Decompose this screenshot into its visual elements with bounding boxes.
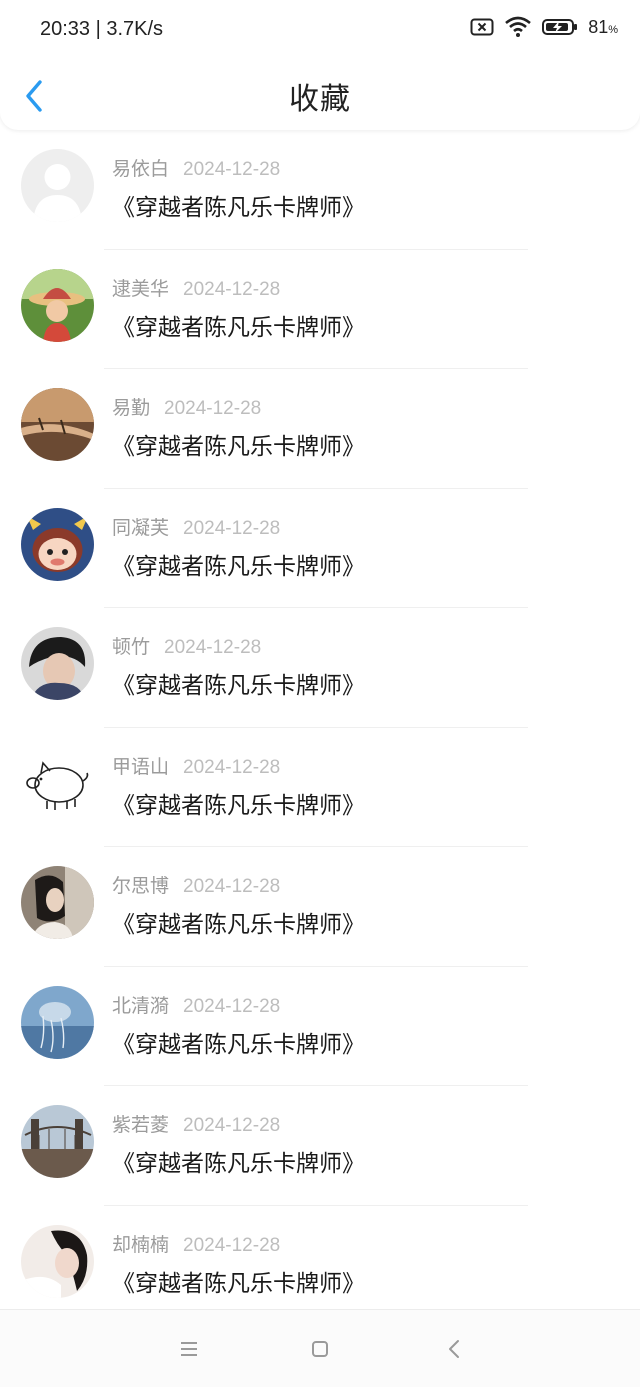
list-item[interactable]: 紫若菱 2024-12-28 《穿越者陈凡乐卡牌师》 bbox=[0, 1086, 640, 1206]
date: 2024-12-28 bbox=[183, 995, 281, 1017]
book-title: 《穿越者陈凡乐卡牌师》 bbox=[112, 434, 365, 460]
page-title: 收藏 bbox=[289, 82, 351, 117]
wifi-icon bbox=[505, 16, 532, 37]
avatar bbox=[21, 866, 94, 939]
avatar bbox=[21, 627, 94, 700]
battery-charging-icon bbox=[542, 19, 578, 35]
book-title: 《穿越者陈凡乐卡牌师》 bbox=[112, 792, 365, 819]
user-name: 紫若菱 bbox=[112, 1114, 170, 1136]
user-name: 尔思博 bbox=[112, 875, 170, 897]
avatar bbox=[21, 1105, 94, 1178]
list-item[interactable]: 甲语山 2024-12-28 《穿越者陈凡乐卡牌师》 bbox=[0, 728, 640, 847]
back-nav-button[interactable] bbox=[441, 1336, 467, 1362]
system-nav-bar bbox=[0, 1309, 640, 1387]
list-item[interactable]: 同凝芙 2024-12-28 《穿越者陈凡乐卡牌师》 bbox=[0, 489, 640, 608]
list-item[interactable]: 逮美华 2024-12-28 《穿越者陈凡乐卡牌师》 bbox=[0, 250, 640, 369]
avatar bbox=[21, 149, 94, 222]
menu-icon bbox=[181, 1342, 197, 1356]
book-title: 《穿越者陈凡乐卡牌师》 bbox=[112, 1031, 365, 1058]
date: 2024-12-28 bbox=[183, 517, 281, 539]
book-title: 《穿越者陈凡乐卡牌师》 bbox=[112, 1270, 365, 1297]
date: 2024-12-28 bbox=[183, 1115, 281, 1136]
date: 2024-12-28 bbox=[164, 398, 262, 419]
avatar bbox=[21, 1224, 94, 1298]
avatar bbox=[21, 268, 94, 342]
book-title: 《穿越者陈凡乐卡牌师》 bbox=[112, 673, 365, 699]
user-name: 易勤 bbox=[112, 397, 151, 419]
book-title: 《穿越者陈凡乐卡牌师》 bbox=[112, 553, 365, 580]
list-item[interactable]: 尔思博 2024-12-28 《穿越者陈凡乐卡牌师》 bbox=[0, 847, 640, 967]
avatar bbox=[21, 507, 94, 581]
menu-button[interactable] bbox=[176, 1336, 202, 1362]
list-item[interactable]: 易勤 2024-12-28 《穿越者陈凡乐卡牌师》 bbox=[0, 369, 640, 489]
list-item[interactable]: 北清漪 2024-12-28 《穿越者陈凡乐卡牌师》 bbox=[0, 967, 640, 1086]
avatar bbox=[21, 746, 94, 820]
date: 2024-12-28 bbox=[183, 1234, 281, 1256]
book-title: 《穿越者陈凡乐卡牌师》 bbox=[112, 912, 365, 938]
sim-off-icon bbox=[470, 18, 494, 36]
user-name: 逮美华 bbox=[112, 277, 170, 300]
list-item[interactable]: 却楠楠 2024-12-28 《穿越者陈凡乐卡牌师》 bbox=[0, 1206, 640, 1326]
favorites-list: 易依白 2024-12-28 《穿越者陈凡乐卡牌师》 逮美华 2024-12-28 … bbox=[0, 130, 640, 1325]
list-item[interactable]: 顿竹 2024-12-28 《穿越者陈凡乐卡牌师》 bbox=[0, 608, 640, 728]
status-time: 20:33 | 3.7K/s bbox=[40, 18, 164, 40]
user-name: 却楠楠 bbox=[112, 1233, 170, 1256]
book-title: 《穿越者陈凡乐卡牌师》 bbox=[112, 195, 365, 221]
user-name: 甲语山 bbox=[112, 755, 170, 778]
home-button[interactable] bbox=[307, 1336, 333, 1362]
date: 2024-12-28 bbox=[183, 876, 281, 897]
user-name: 同凝芙 bbox=[112, 516, 170, 539]
user-name: 顿竹 bbox=[112, 636, 151, 658]
date: 2024-12-28 bbox=[183, 278, 281, 300]
date: 2024-12-28 bbox=[183, 756, 281, 778]
battery-percent: 81% bbox=[588, 16, 618, 37]
list-item[interactable]: 易依白 2024-12-28 《穿越者陈凡乐卡牌师》 bbox=[0, 130, 640, 250]
back-triangle-icon bbox=[449, 1340, 459, 1358]
home-square-icon bbox=[312, 1341, 328, 1357]
user-name: 北清漪 bbox=[112, 994, 170, 1017]
status-icons: 81% bbox=[470, 16, 618, 38]
avatar bbox=[21, 985, 94, 1059]
date: 2024-12-28 bbox=[164, 637, 262, 658]
book-title: 《穿越者陈凡乐卡牌师》 bbox=[112, 1151, 365, 1177]
date: 2024-12-28 bbox=[183, 159, 281, 180]
user-name: 易依白 bbox=[112, 158, 170, 180]
book-title: 《穿越者陈凡乐卡牌师》 bbox=[112, 314, 365, 341]
avatar bbox=[21, 388, 94, 461]
app-header: 20:33 | 3.7K/s 81% 收藏 bbox=[0, 0, 640, 130]
